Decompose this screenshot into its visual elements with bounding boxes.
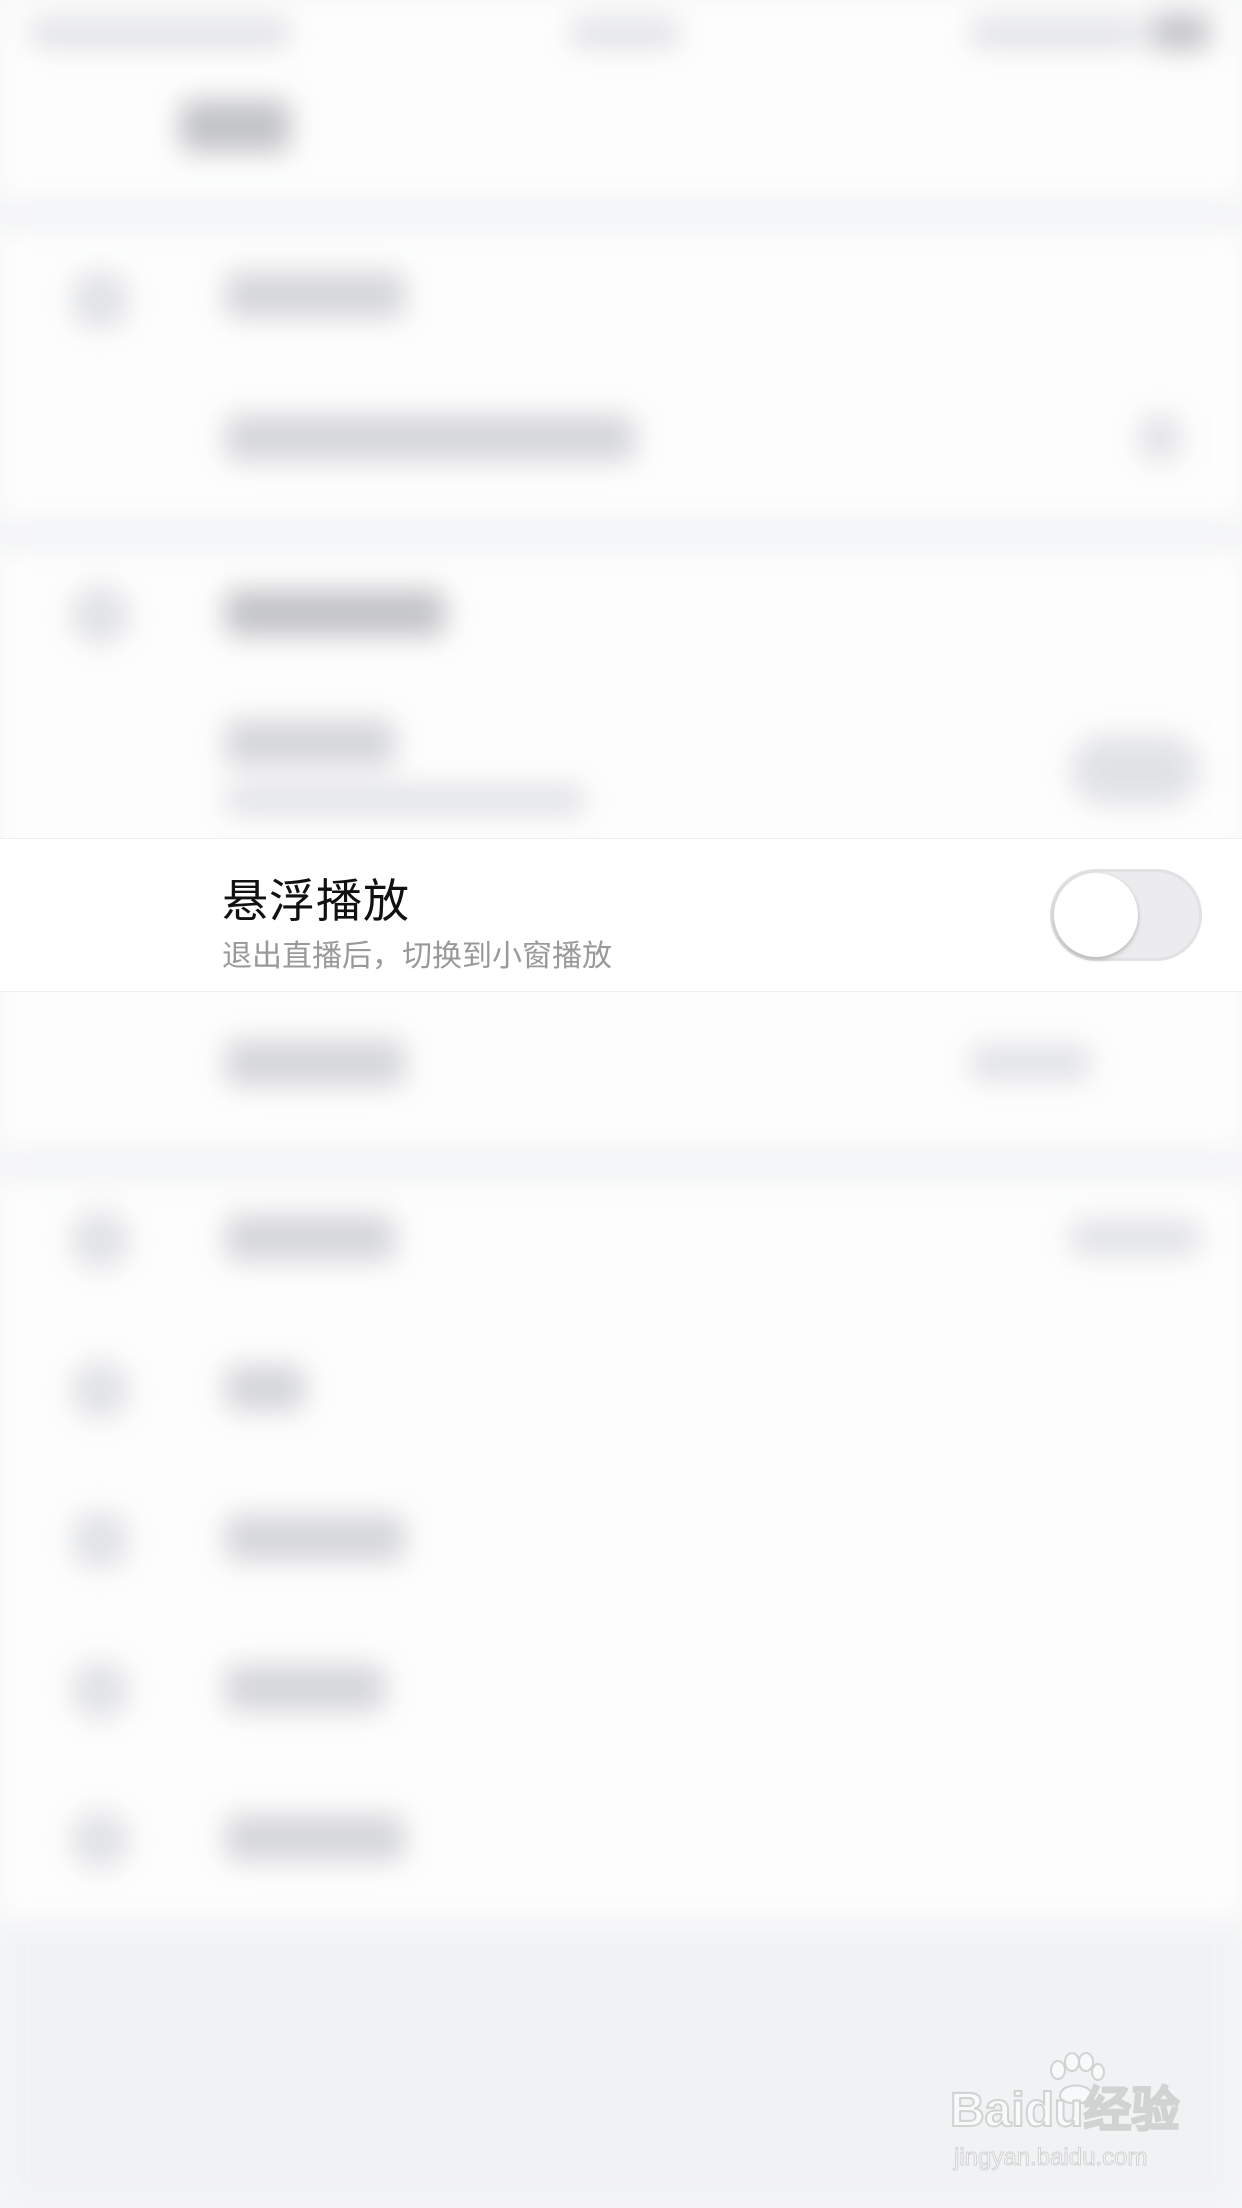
floating-playback-toggle[interactable] (1050, 869, 1202, 961)
toggle-knob[interactable] (1054, 873, 1138, 957)
status-bar-carrier (30, 18, 290, 48)
floating-playback-row: 悬浮播放 退出直播后，切换到小窗播放 (0, 838, 1242, 992)
blur-icon (70, 270, 130, 330)
blur-icon (70, 585, 130, 645)
blurred-background (0, 0, 1242, 2208)
blur-icon (70, 1360, 130, 1420)
blur-icon (70, 1510, 130, 1570)
floating-playback-subtitle: 退出直播后，切换到小窗播放 (222, 939, 612, 974)
nav-title (180, 100, 290, 152)
app-screen: 悬浮播放 退出直播后，切换到小窗播放 Baidu经验 jingyan.baidu… (0, 0, 1242, 2208)
watermark-url-text: jingyan.baidu.com (953, 2144, 1148, 2172)
blur-icon (70, 1660, 130, 1720)
status-bar-battery (1150, 14, 1210, 50)
floating-playback-title: 悬浮播放 (222, 874, 410, 928)
watermark-logo-text: Baidu经验 (949, 2083, 1180, 2138)
status-bar-signal (970, 18, 1140, 48)
baidu-jingyan-watermark: Baidu经验 jingyan.baidu.com (949, 2052, 1180, 2190)
blur-icon (70, 1810, 130, 1870)
blur-icon (70, 1210, 130, 1270)
status-bar-time (570, 18, 680, 48)
